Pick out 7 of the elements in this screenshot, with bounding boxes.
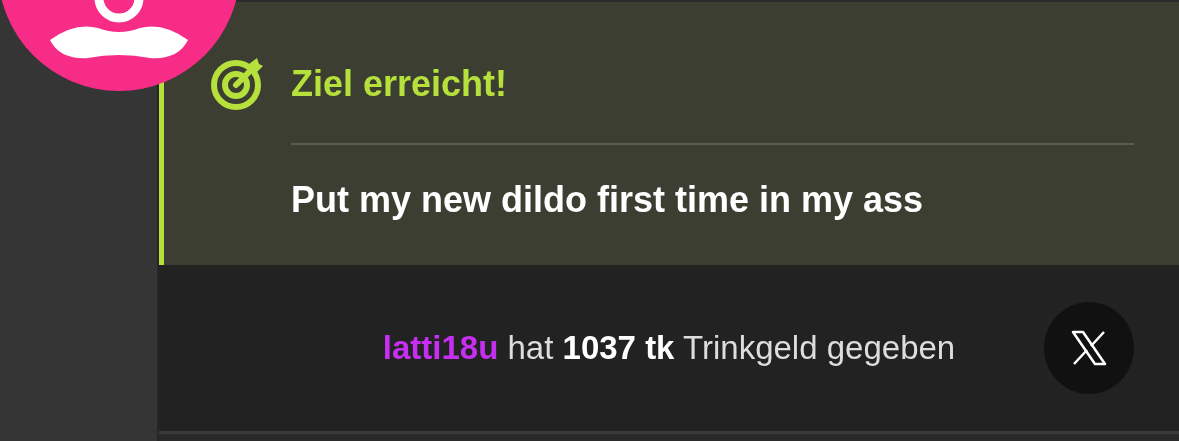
avatar-icon: [0, 0, 238, 92]
tip-message: latti18u hat 1037 tk Trinkgeld gegeben: [381, 327, 957, 368]
target-icon: [209, 56, 265, 112]
username-link[interactable]: latti18u: [382, 328, 499, 366]
x-icon: [1069, 328, 1109, 368]
goal-title: Ziel erreicht!: [291, 63, 508, 105]
goal-description: Put my new dildo first time in my ass: [291, 179, 925, 221]
